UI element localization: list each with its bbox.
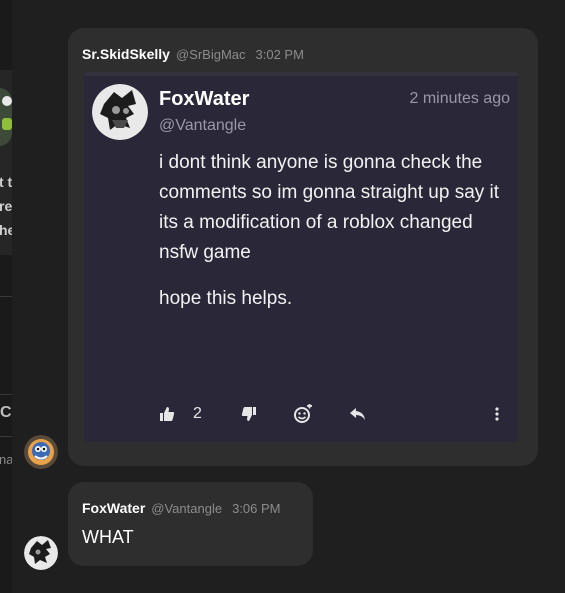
embed-body: i dont think anyone is gonna check the c… [159,148,509,314]
like-button[interactable]: 2 [159,402,202,426]
embed-avatar[interactable] [92,84,148,140]
avatar[interactable] [24,435,58,469]
left-divider [0,296,12,297]
embed-author-name[interactable]: FoxWater [159,88,249,111]
embed-paragraph: i dont think anyone is gonna check the c… [159,152,500,263]
add-reaction-icon [293,404,313,424]
reply-icon [349,406,367,422]
message-username[interactable]: Sr.SkidSkelly [82,46,170,62]
embed-paragraph: hope this helps. [159,288,293,309]
reply-button[interactable] [349,402,367,426]
thumbs-up-icon [159,406,175,422]
left-divider [0,394,12,395]
message-text: WHAT [82,527,134,547]
left-card-text-1: t t [0,174,12,190]
message-time: 3:06 PM [232,501,281,516]
message-header: FoxWater @Vantangle 3:06 PM [82,500,281,516]
message-header: Sr.SkidSkelly @SrBigMac 3:02 PM [82,46,304,62]
message-handle[interactable]: @Vantangle [151,501,222,516]
message-username[interactable]: FoxWater [82,500,145,516]
left-snippet: na [0,452,12,467]
message-handle[interactable]: @SrBigMac [176,47,246,62]
avatar[interactable] [24,536,58,570]
embed-actions: 2 [159,402,509,426]
dislike-button[interactable] [241,402,257,426]
embed-author-handle[interactable]: @Vantangle [159,117,246,135]
thumbs-down-icon [241,406,257,422]
embedded-comment[interactable]: FoxWater @Vantangle 2 minutes ago i dont… [84,72,518,442]
embed-timestamp: 2 minutes ago [409,90,510,107]
message-bubble: FoxWater @Vantangle 3:06 PM [68,482,313,566]
left-letter: C [0,404,12,421]
more-button[interactable] [495,402,499,426]
left-divider [0,436,12,437]
left-card-text-2: re [0,198,12,214]
more-icon [495,407,499,421]
message-time: 3:02 PM [255,47,304,62]
game-thumbnail-icon[interactable] [0,88,12,146]
left-card-text-3: he [0,222,12,238]
add-reaction-button[interactable] [293,402,313,426]
like-count: 2 [193,405,202,422]
left-panel: t t re he C na [0,0,12,593]
